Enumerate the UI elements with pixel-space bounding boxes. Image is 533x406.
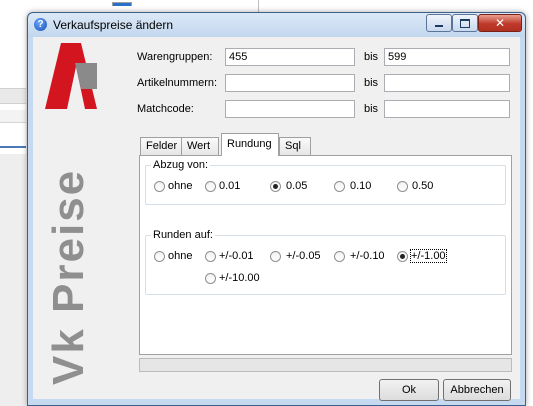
warengruppen-bis-label: bis bbox=[364, 51, 379, 63]
matchcode-to-input[interactable] bbox=[384, 100, 510, 118]
maximize-icon bbox=[460, 19, 470, 28]
artikelnummern-bis-label: bis bbox=[364, 77, 379, 89]
runden-radio-0-05[interactable] bbox=[270, 251, 281, 262]
abzug-label-0-05: 0.05 bbox=[286, 180, 308, 192]
warengruppen-from-input[interactable] bbox=[225, 48, 355, 66]
abzug-label-ohne: ohne bbox=[168, 180, 193, 192]
runden-radio-0-01[interactable] bbox=[205, 251, 216, 262]
abzug-radio-0-10[interactable] bbox=[334, 181, 345, 192]
close-button[interactable]: ✕ bbox=[478, 14, 522, 32]
runden-radio-1-00[interactable] bbox=[397, 251, 408, 262]
minimize-button[interactable] bbox=[426, 14, 452, 32]
abzug-radio-ohne[interactable] bbox=[154, 181, 165, 192]
abzug-label-0-10: 0.10 bbox=[350, 180, 372, 192]
background-strip bbox=[0, 110, 26, 123]
question-circle-icon: ? bbox=[34, 18, 47, 31]
abzug-group-title: Abzug von: bbox=[151, 159, 211, 171]
background-strip bbox=[0, 88, 26, 104]
warengruppen-label: Warengruppen: bbox=[137, 51, 213, 63]
red-a-logo bbox=[45, 43, 97, 109]
abzug-radio-0-01[interactable] bbox=[205, 181, 216, 192]
artikelnummern-label: Artikelnummern: bbox=[137, 77, 218, 89]
title-bar[interactable]: ? Verkaufspreise ändern ✕ bbox=[28, 13, 525, 37]
window-title: Verkaufspreise ändern bbox=[53, 18, 174, 32]
close-icon: ✕ bbox=[494, 16, 506, 30]
background-app-left bbox=[0, 18, 26, 406]
matchcode-from-input[interactable] bbox=[225, 100, 355, 118]
runden-label-0-01: +/-0.01 bbox=[219, 250, 254, 262]
abzug-label-0-50: 0.50 bbox=[412, 180, 434, 192]
background-strip bbox=[0, 154, 26, 406]
artikelnummern-from-input[interactable] bbox=[225, 74, 355, 92]
vk-preise-vertical-text: Vk Preise bbox=[44, 169, 93, 385]
runden-radio-ohne[interactable] bbox=[154, 251, 165, 262]
maximize-button[interactable] bbox=[452, 14, 478, 32]
background-tab-indicator bbox=[112, 2, 132, 6]
vertical-brand-text: Vk Preise bbox=[44, 169, 93, 385]
abzug-radio-0-50[interactable] bbox=[397, 181, 408, 192]
runden-label-0-05: +/-0.05 bbox=[286, 250, 321, 262]
tab-rundung[interactable]: Rundung bbox=[221, 133, 279, 156]
runden-label-10-00: +/-10.00 bbox=[219, 272, 260, 284]
runden-group: Runden auf: ohne +/-0.01 +/-0.05 +/-0.10… bbox=[145, 229, 506, 295]
runden-label-0-10: +/-0.10 bbox=[350, 250, 385, 262]
abzug-label-0-01: 0.01 bbox=[219, 180, 241, 192]
matchcode-bis-label: bis bbox=[364, 103, 379, 115]
matchcode-label: Matchcode: bbox=[137, 103, 194, 115]
progress-bar bbox=[139, 358, 512, 372]
runden-label-ohne: ohne bbox=[168, 250, 193, 262]
ok-button[interactable]: Ok bbox=[379, 379, 439, 401]
tab-sql[interactable]: Sql bbox=[279, 137, 311, 155]
tab-felder[interactable]: Felder bbox=[140, 137, 182, 155]
background-strip bbox=[0, 146, 26, 148]
abzug-radio-0-05[interactable] bbox=[270, 181, 281, 192]
abzug-group: Abzug von: ohne 0.01 0.05 0.10 0.50 bbox=[145, 159, 506, 205]
minimize-icon bbox=[435, 25, 443, 27]
runden-group-title: Runden auf: bbox=[151, 229, 215, 241]
cancel-button[interactable]: Abbrechen bbox=[443, 379, 511, 401]
logo-gray-bar bbox=[75, 63, 97, 89]
tab-wert[interactable]: Wert bbox=[181, 137, 219, 155]
warengruppen-to-input[interactable] bbox=[384, 48, 510, 66]
rundung-panel: Abzug von: ohne 0.01 0.05 0.10 0.50 Rund… bbox=[139, 155, 512, 355]
runden-label-1-00: +/-1.00 bbox=[410, 249, 447, 263]
dialog-window: ? Verkaufspreise ändern ✕ Vk Preise Ware… bbox=[27, 12, 526, 406]
dialog-client-area: Vk Preise Warengruppen: bis Artikelnumme… bbox=[33, 37, 520, 401]
runden-radio-10-00[interactable] bbox=[205, 273, 216, 284]
runden-radio-0-10[interactable] bbox=[334, 251, 345, 262]
artikelnummern-to-input[interactable] bbox=[384, 74, 510, 92]
